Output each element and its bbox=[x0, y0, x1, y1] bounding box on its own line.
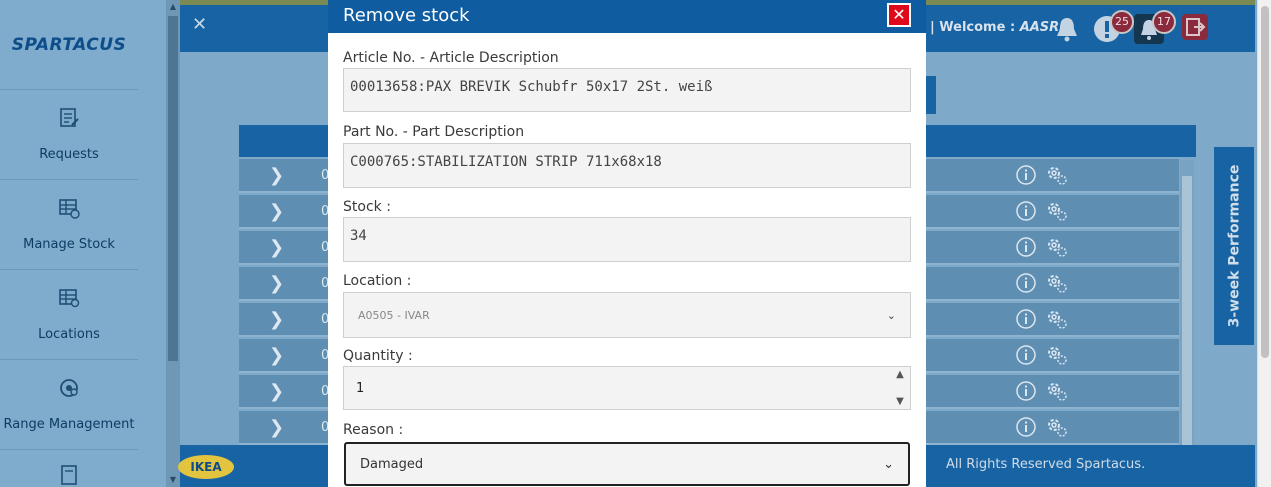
modal-title: Remove stock bbox=[343, 5, 470, 26]
chevron-right-icon[interactable]: ❯ bbox=[269, 201, 284, 222]
sidebar-item-label: Requests bbox=[39, 147, 99, 162]
close-icon[interactable]: ✕ bbox=[192, 14, 207, 35]
article-label: Article No. - Article Description bbox=[343, 50, 559, 66]
sidebar-item-label: Manage Stock bbox=[23, 237, 115, 252]
modal-header: Remove stock ✕ bbox=[328, 0, 926, 33]
chevron-right-icon[interactable]: ❯ bbox=[269, 417, 284, 438]
sidebar-item-manage-stock[interactable]: Manage Stock bbox=[0, 180, 138, 270]
settings-gear-icon[interactable] bbox=[1045, 200, 1069, 226]
info-icon[interactable] bbox=[1015, 308, 1037, 334]
part-field[interactable]: C000765:STABILIZATION STRIP 711x68x18 bbox=[343, 143, 911, 188]
report-icon bbox=[58, 464, 80, 487]
sidebar-item-label: Locations bbox=[38, 327, 100, 342]
settings-gear-icon[interactable] bbox=[1045, 236, 1069, 262]
location-select[interactable]: A0505 - IVAR ⌄ bbox=[343, 292, 911, 338]
info-icon[interactable] bbox=[1015, 236, 1037, 262]
info-icon[interactable] bbox=[1015, 380, 1037, 406]
quantity-label: Quantity : bbox=[343, 348, 413, 364]
info-icon[interactable] bbox=[1015, 164, 1037, 190]
requests-icon bbox=[58, 107, 80, 133]
sidebar-item-report[interactable] bbox=[0, 450, 138, 487]
sidebar-scroll-thumb[interactable] bbox=[168, 16, 178, 361]
chevron-right-icon[interactable]: ❯ bbox=[269, 273, 284, 294]
footer-rights-text: All Rights Reserved Spartacus. bbox=[946, 457, 1146, 472]
sidebar-item-requests[interactable]: Requests bbox=[0, 90, 138, 180]
sidebar-item-range-management[interactable]: Range Management bbox=[0, 360, 138, 450]
info-icon[interactable] bbox=[1015, 416, 1037, 442]
sidebar: SPARTACUS Requests Manage Stock Location… bbox=[0, 0, 166, 487]
settings-gear-icon[interactable] bbox=[1045, 308, 1069, 334]
performance-side-tab[interactable]: 3-week Performance bbox=[1214, 147, 1254, 345]
stock-field[interactable]: 34 bbox=[343, 217, 911, 262]
notifications-count-badge: 17 bbox=[1152, 10, 1176, 34]
chevron-right-icon[interactable]: ❯ bbox=[269, 165, 284, 186]
modal-close-button[interactable]: ✕ bbox=[887, 3, 911, 27]
sidebar-item-locations[interactable]: Locations bbox=[0, 270, 138, 360]
settings-gear-icon[interactable] bbox=[1045, 272, 1069, 298]
chevron-right-icon[interactable]: ❯ bbox=[269, 309, 284, 330]
info-icon[interactable] bbox=[1015, 200, 1037, 226]
sidebar-scrollbar[interactable]: ▲ ▼ bbox=[166, 0, 180, 487]
stock-label: Stock : bbox=[343, 199, 391, 215]
chevron-down-icon: ⌄ bbox=[883, 456, 894, 472]
article-field[interactable]: 00013658:PAX BREVIK Schubfr 50x17 2St. w… bbox=[343, 68, 911, 112]
reason-select[interactable]: Damaged ⌄ bbox=[344, 442, 910, 486]
sidebar-item-label: Range Management bbox=[3, 417, 135, 432]
logout-icon[interactable] bbox=[1182, 14, 1208, 40]
bell-icon[interactable] bbox=[1052, 14, 1082, 44]
alerts-count-badge: 25 bbox=[1110, 10, 1134, 34]
part-label: Part No. - Part Description bbox=[343, 124, 525, 140]
ikea-logo: IKEA bbox=[178, 455, 234, 479]
settings-gear-icon[interactable] bbox=[1045, 164, 1069, 190]
scroll-up-arrow-icon[interactable]: ▲ bbox=[166, 0, 180, 14]
settings-gear-icon[interactable] bbox=[1045, 380, 1069, 406]
settings-gear-icon[interactable] bbox=[1045, 344, 1069, 370]
info-icon[interactable] bbox=[1015, 272, 1037, 298]
page-scrollbar[interactable] bbox=[1257, 0, 1271, 487]
increment-arrow-icon[interactable]: ▲ bbox=[896, 369, 904, 380]
reason-label: Reason : bbox=[343, 422, 404, 438]
locations-icon bbox=[58, 287, 80, 313]
manage-stock-icon bbox=[58, 197, 80, 223]
remove-stock-modal: Remove stock ✕ Article No. - Article Des… bbox=[328, 0, 926, 487]
chevron-right-icon[interactable]: ❯ bbox=[269, 381, 284, 402]
info-icon[interactable] bbox=[1015, 344, 1037, 370]
chevron-down-icon: ⌄ bbox=[886, 308, 896, 322]
table-scrollbar[interactable] bbox=[1180, 160, 1194, 447]
quantity-stepper[interactable]: 1 ▲ ▼ bbox=[343, 366, 911, 410]
welcome-text: | Welcome : AASRI bbox=[930, 20, 1065, 35]
chevron-right-icon[interactable]: ❯ bbox=[269, 345, 284, 366]
decrement-arrow-icon[interactable]: ▼ bbox=[896, 396, 904, 407]
range-management-icon bbox=[58, 377, 80, 403]
settings-gear-icon[interactable] bbox=[1045, 416, 1069, 442]
scroll-down-arrow-icon[interactable]: ▼ bbox=[166, 473, 180, 487]
chevron-right-icon[interactable]: ❯ bbox=[269, 237, 284, 258]
table-scroll-thumb[interactable] bbox=[1182, 176, 1192, 447]
location-label: Location : bbox=[343, 273, 412, 289]
page-scroll-thumb[interactable] bbox=[1261, 6, 1269, 358]
app-logo[interactable]: SPARTACUS bbox=[0, 0, 138, 90]
